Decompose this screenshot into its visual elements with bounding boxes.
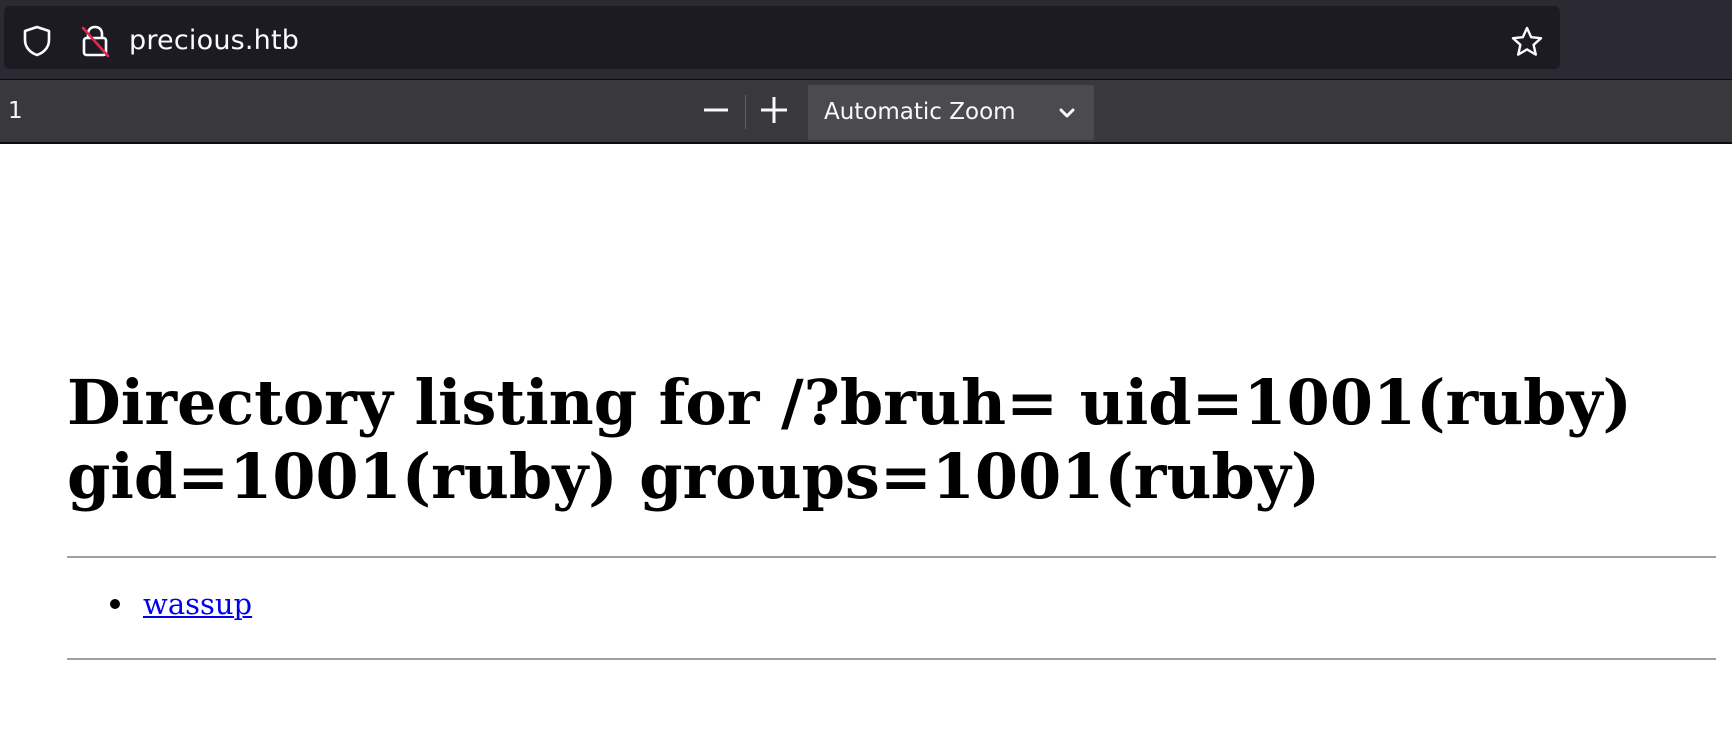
zoom-value: Automatic Zoom bbox=[824, 99, 1016, 125]
list-item: wassup bbox=[110, 584, 252, 624]
url-bar[interactable]: precious.htb bbox=[4, 6, 1560, 69]
plus-icon bbox=[759, 95, 789, 129]
star-icon[interactable] bbox=[1509, 24, 1545, 60]
zoom-out-button[interactable] bbox=[694, 90, 738, 134]
pdf-toolbar: 1 Automatic Zoom bbox=[0, 79, 1732, 144]
browser-toolbar: precious.htb bbox=[0, 0, 1732, 79]
insecure-lock-icon[interactable] bbox=[78, 24, 112, 58]
chevron-down-icon bbox=[1056, 102, 1078, 124]
shield-icon[interactable] bbox=[20, 24, 54, 58]
minus-icon bbox=[702, 96, 730, 128]
toolbar-divider bbox=[745, 95, 746, 129]
url-text[interactable]: precious.htb bbox=[129, 24, 299, 58]
zoom-in-button[interactable] bbox=[752, 90, 796, 134]
bullet-icon bbox=[110, 599, 120, 609]
page-title: Directory listing for /?bruh= uid=1001(r… bbox=[67, 366, 1632, 513]
zoom-select[interactable]: Automatic Zoom bbox=[808, 85, 1094, 140]
divider bbox=[67, 658, 1716, 660]
divider bbox=[67, 556, 1716, 558]
page-content: Directory listing for /?bruh= uid=1001(r… bbox=[0, 144, 1732, 730]
file-link-wassup[interactable]: wassup bbox=[143, 584, 252, 624]
page-number-input[interactable]: 1 bbox=[8, 95, 23, 127]
